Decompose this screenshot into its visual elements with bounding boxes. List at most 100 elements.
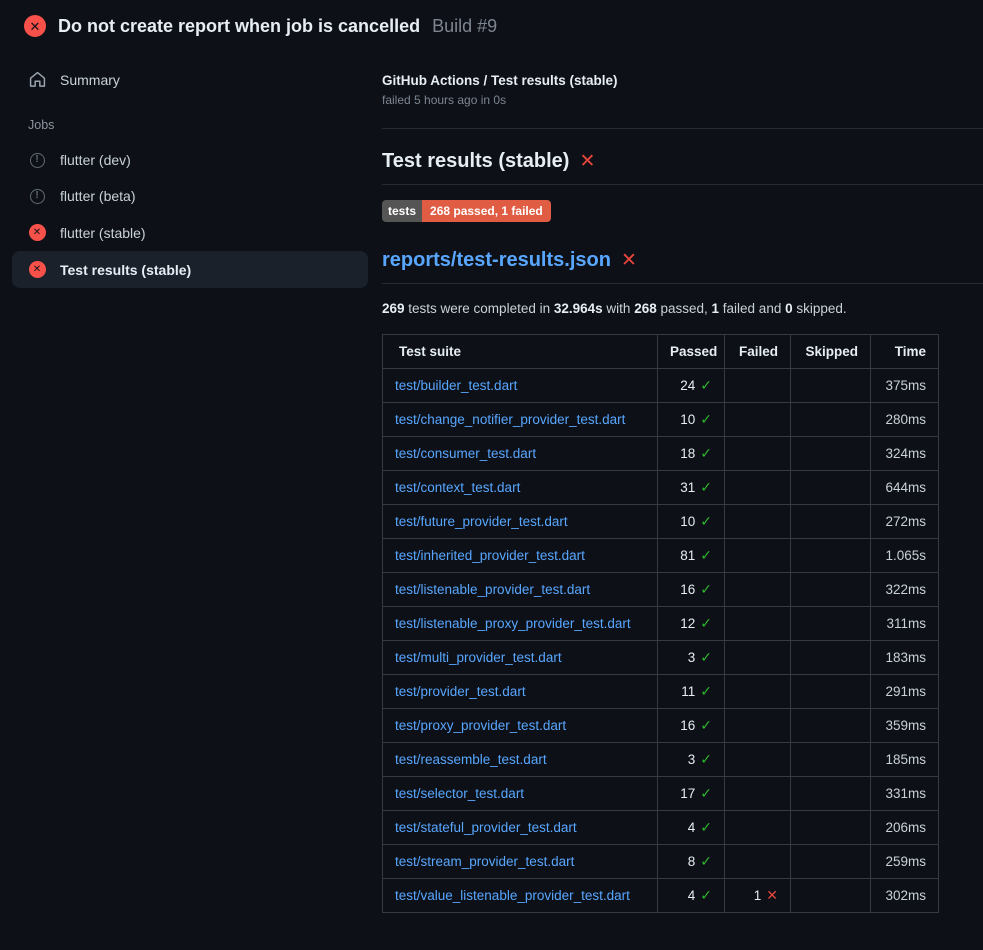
table-row: test/selector_test.dart17✓331ms xyxy=(383,777,939,811)
divider xyxy=(382,128,983,129)
skipped-cell xyxy=(791,879,871,913)
skipped-cell xyxy=(791,641,871,675)
summary-text: with xyxy=(603,301,635,316)
sidebar-item-flutter-dev[interactable]: !flutter (dev) xyxy=(12,142,368,178)
check-icon: ✓ xyxy=(700,581,712,597)
check-icon: ✓ xyxy=(700,377,712,393)
suite-cell: test/change_notifier_provider_test.dart xyxy=(383,403,658,437)
count-value: 8 xyxy=(688,854,696,869)
time-cell: 359ms xyxy=(871,709,939,743)
suite-link[interactable]: test/change_notifier_provider_test.dart xyxy=(395,412,625,427)
suite-link[interactable]: test/reassemble_test.dart xyxy=(395,752,547,767)
suite-link[interactable]: test/value_listenable_provider_test.dart xyxy=(395,888,630,903)
time-cell: 185ms xyxy=(871,743,939,777)
failed-status-icon: ✕ xyxy=(28,261,46,278)
sidebar: Summary Jobs !flutter (dev)!flutter (bet… xyxy=(0,47,382,288)
table-row: test/reassemble_test.dart3✓185ms xyxy=(383,743,939,777)
suite-cell: test/context_test.dart xyxy=(383,471,658,505)
time-cell: 302ms xyxy=(871,879,939,913)
suite-cell: test/inherited_provider_test.dart xyxy=(383,539,658,573)
suite-link[interactable]: test/provider_test.dart xyxy=(395,684,526,699)
skipped-cell xyxy=(791,777,871,811)
check-icon: ✓ xyxy=(700,547,712,563)
section-title-row: Test results (stable) ✕ xyxy=(382,150,983,173)
suite-cell: test/future_provider_test.dart xyxy=(383,505,658,539)
failed-cell xyxy=(725,811,791,845)
report-title-row: reports/test-results.json ✕ xyxy=(382,249,983,272)
table-row: test/proxy_provider_test.dart 16✓ 359ms xyxy=(383,709,939,743)
count-value: 11 xyxy=(681,684,695,699)
count-value: 4 xyxy=(688,888,696,903)
suite-cell: test/listenable_provider_test.dart xyxy=(383,573,658,607)
count-value: 17 xyxy=(680,786,695,801)
suite-cell: test/proxy_provider_test.dart xyxy=(383,709,658,743)
table-row: test/value_listenable_provider_test.dart… xyxy=(383,879,939,913)
table-row: test/listenable_provider_test.dart16✓322… xyxy=(383,573,939,607)
suite-link[interactable]: test/multi_provider_test.dart xyxy=(395,650,562,665)
suite-cell: test/multi_provider_test.dart xyxy=(383,641,658,675)
count-value: 18 xyxy=(680,446,695,461)
time-cell: 375ms xyxy=(871,369,939,403)
summary-text: skipped. xyxy=(793,301,847,316)
sidebar-item-flutter-beta[interactable]: !flutter (beta) xyxy=(12,178,368,214)
failed-cell xyxy=(725,675,791,709)
sidebar-item-label: flutter (dev) xyxy=(60,152,131,168)
summary-text: failed and xyxy=(719,301,785,316)
table-row: test/stateful_provider_test.dart4✓206ms xyxy=(383,811,939,845)
divider xyxy=(382,184,983,185)
skipped-cell xyxy=(791,845,871,879)
sidebar-item-label: flutter (beta) xyxy=(60,188,135,204)
passed-cell: 10✓ xyxy=(658,505,725,539)
table-row: test/multi_provider_test.dart3✓183ms xyxy=(383,641,939,675)
failed-cell xyxy=(725,743,791,777)
check-icon: ✓ xyxy=(700,819,712,835)
suite-link[interactable]: test/consumer_test.dart xyxy=(395,446,536,461)
suite-link[interactable]: test/stream_provider_test.dart xyxy=(395,854,574,869)
suite-link[interactable]: test/inherited_provider_test.dart xyxy=(395,548,585,563)
table-row: test/provider_test.dart11✓291ms xyxy=(383,675,939,709)
table-row: test/consumer_test.dart18✓324ms xyxy=(383,437,939,471)
skipped-cell xyxy=(791,607,871,641)
suite-link[interactable]: test/listenable_proxy_provider_test.dart xyxy=(395,616,631,631)
sidebar-item-flutter-stable[interactable]: ✕flutter (stable) xyxy=(12,214,368,251)
suite-link[interactable]: test/builder_test.dart xyxy=(395,378,517,393)
suite-link[interactable]: test/stateful_provider_test.dart xyxy=(395,820,577,835)
report-file-link[interactable]: reports/test-results.json xyxy=(382,249,611,272)
run-title: Do not create report when job is cancell… xyxy=(58,16,420,37)
col-header-time: Time xyxy=(871,335,939,369)
summary-number: 268 xyxy=(634,301,657,316)
time-cell: 183ms xyxy=(871,641,939,675)
sidebar-item-summary[interactable]: Summary xyxy=(12,61,368,98)
check-icon: ✓ xyxy=(700,751,712,767)
suite-link[interactable]: test/future_provider_test.dart xyxy=(395,514,568,529)
suite-link[interactable]: test/context_test.dart xyxy=(395,480,520,495)
run-meta: failed 5 hours ago in 0s xyxy=(382,93,983,107)
skipped-cell xyxy=(791,369,871,403)
time-cell: 272ms xyxy=(871,505,939,539)
check-icon: ✓ xyxy=(700,649,712,665)
count-value: 16 xyxy=(680,718,695,733)
summary-text: passed, xyxy=(657,301,712,316)
passed-cell: 16✓ xyxy=(658,709,725,743)
suite-link[interactable]: test/listenable_provider_test.dart xyxy=(395,582,590,597)
tests-badge-value: 268 passed, 1 failed xyxy=(422,200,551,222)
failed-x-icon: ✕ xyxy=(579,152,595,171)
suite-link[interactable]: test/selector_test.dart xyxy=(395,786,524,801)
passed-cell: 31✓ xyxy=(658,471,725,505)
table-row: test/stream_provider_test.dart8✓259ms xyxy=(383,845,939,879)
suite-link[interactable]: test/proxy_provider_test.dart xyxy=(395,718,566,733)
failed-cell xyxy=(725,845,791,879)
count-value: 24 xyxy=(680,378,695,393)
check-icon: ✓ xyxy=(700,683,712,699)
sidebar-item-test-results-stable[interactable]: ✕Test results (stable) xyxy=(12,251,368,288)
table-row: test/inherited_provider_test.dart81✓1.06… xyxy=(383,539,939,573)
check-icon: ✓ xyxy=(700,887,712,903)
suite-cell: test/consumer_test.dart xyxy=(383,437,658,471)
table-header-row: Test suitePassedFailedSkippedTime xyxy=(383,335,939,369)
passed-cell: 4✓ xyxy=(658,879,725,913)
skipped-cell xyxy=(791,539,871,573)
time-cell: 324ms xyxy=(871,437,939,471)
failed-cell xyxy=(725,709,791,743)
check-icon: ✓ xyxy=(700,785,712,801)
failed-cell xyxy=(725,505,791,539)
